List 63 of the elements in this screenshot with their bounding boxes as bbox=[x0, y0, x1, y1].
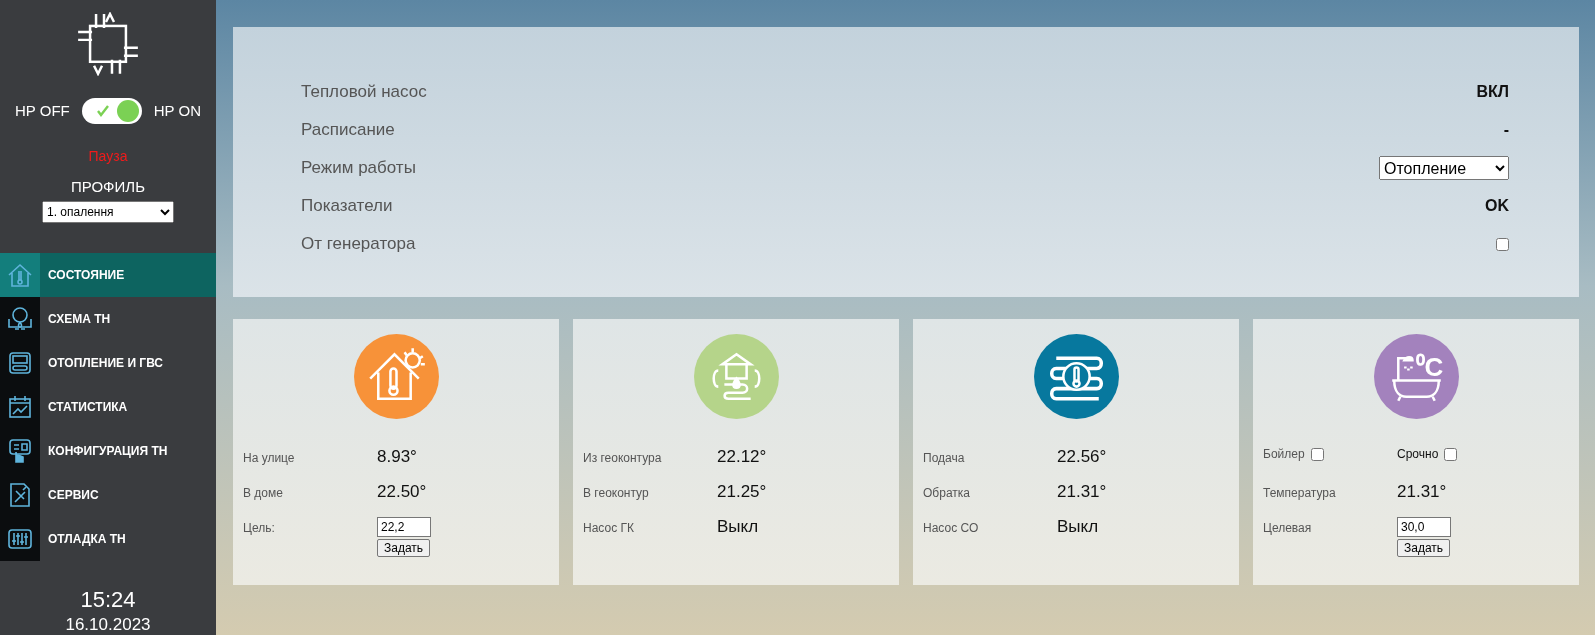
reading-label: Насос СО bbox=[923, 520, 980, 535]
house-thermometer-icon bbox=[353, 334, 439, 419]
check-icon bbox=[95, 103, 110, 118]
option-checkbox[interactable] bbox=[1310, 447, 1324, 461]
target-input[interactable]: 22,2 bbox=[377, 517, 431, 537]
reading-value: Выкл bbox=[717, 517, 759, 537]
generator-checkbox[interactable] bbox=[1496, 237, 1509, 251]
reading-value: 22.50° bbox=[377, 482, 427, 502]
bathtub-shower-icon bbox=[1373, 334, 1459, 419]
touch-screen-icon bbox=[6, 437, 34, 465]
set-button[interactable]: Задать bbox=[377, 539, 431, 557]
reading-label: Температура bbox=[1263, 485, 1337, 500]
reading-label: Подача bbox=[923, 450, 966, 465]
nav-item[interactable]: СЕРВИС bbox=[0, 473, 216, 517]
reading-value: 21.31° bbox=[1057, 482, 1107, 502]
status-value: OK bbox=[1485, 197, 1509, 215]
checkbox-label: Срочно bbox=[1397, 447, 1439, 461]
status-label: От генератора bbox=[301, 234, 416, 254]
nav-item[interactable]: КОНФИГУРАЦИЯ ТН bbox=[0, 429, 216, 473]
reading-label: В доме bbox=[243, 485, 284, 500]
reading-value: 8.93° bbox=[377, 447, 417, 467]
nav-item[interactable]: ОТОПЛЕНИЕ И ГВС bbox=[0, 341, 216, 385]
profile-label: ПРОФИЛЬ bbox=[71, 177, 145, 195]
target-label: Цель: bbox=[243, 520, 276, 535]
reading-label: Обратка bbox=[923, 485, 971, 500]
status-label: Тепловой насос bbox=[301, 82, 427, 102]
reading-value: 22.56° bbox=[1057, 447, 1107, 467]
control-panel-icon bbox=[6, 349, 34, 377]
calendar-chart-icon bbox=[6, 393, 34, 421]
status-text: Пауза bbox=[88, 147, 128, 164]
nav-item[interactable]: ОТЛАДКА ТН bbox=[0, 517, 216, 561]
reading-value: 22.12° bbox=[717, 447, 767, 467]
reading-label: На улице bbox=[243, 450, 296, 465]
celsius-label: ⁰C bbox=[1415, 351, 1444, 384]
profile-select[interactable]: 1. опалення bbox=[42, 200, 174, 223]
nav-item[interactable]: СТАТИСТИКА bbox=[0, 385, 216, 429]
reading-label: В геоконтур bbox=[583, 485, 650, 500]
status-label: Показатели bbox=[301, 196, 393, 216]
clock-time: 15:24 bbox=[80, 587, 136, 613]
target-input[interactable]: 30,0 bbox=[1397, 517, 1451, 537]
reading-value: 21.25° bbox=[717, 482, 767, 502]
checkbox-label: Бойлер bbox=[1263, 447, 1305, 461]
reading-label: Из геоконтура bbox=[583, 450, 663, 465]
status-value: - bbox=[1503, 121, 1509, 139]
hp-off-label: HP OFF bbox=[15, 102, 70, 120]
option-checkbox[interactable] bbox=[1444, 447, 1458, 461]
hp-toggle-switch[interactable] bbox=[81, 97, 142, 124]
hp-on-label: HP ON bbox=[153, 102, 201, 120]
status-label: Расписание bbox=[301, 120, 395, 140]
status-label: Режим работы bbox=[301, 158, 416, 178]
status-value: ВКЛ bbox=[1476, 83, 1509, 101]
clock-date: 16.10.2023 bbox=[65, 615, 151, 635]
nav-item[interactable]: СОСТОЯНИЕ bbox=[0, 253, 216, 297]
reading-value: Выкл bbox=[1057, 517, 1099, 537]
mode-select[interactable]: Отопление bbox=[1379, 156, 1509, 180]
house-thermometer-icon bbox=[6, 261, 34, 289]
target-label: Целевая bbox=[1263, 520, 1313, 535]
set-button[interactable]: Задать bbox=[1397, 539, 1451, 557]
heating-coil-icon bbox=[1033, 334, 1119, 419]
reading-label: Насос ГК bbox=[583, 520, 635, 535]
nav-item[interactable]: СХЕМА ТН bbox=[0, 297, 216, 341]
reading-value: 21.31° bbox=[1397, 482, 1447, 502]
geothermal-loop-icon bbox=[693, 334, 779, 419]
